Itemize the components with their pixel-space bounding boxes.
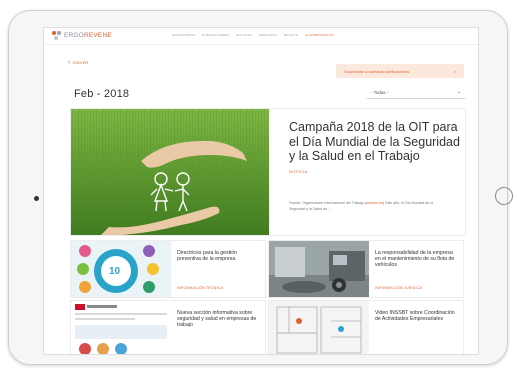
hero-excerpt: Fuente: Organización Internacional del T… — [289, 201, 434, 211]
nav-item-encuentros[interactable]: ENCUENTROS — [172, 33, 195, 37]
article-card[interactable]: Video INSSBT sobre Coordinación de Activ… — [268, 300, 464, 354]
nav-item-boletin[interactable]: BOLETÍN — [284, 33, 298, 37]
nav-item-noticias[interactable]: NOTICIAS — [236, 33, 252, 37]
close-icon[interactable]: × — [454, 69, 456, 74]
card-title[interactable]: Directrices para la gestión preventiva d… — [177, 250, 261, 262]
card-category-tag[interactable]: INFORMACIÓN JURÍDICA — [375, 286, 422, 290]
subscribe-banner[interactable]: Suscríbase a nuestras publicaciones × — [336, 64, 464, 78]
back-link[interactable]: ‹ VOLVER — [68, 58, 89, 66]
chevron-down-icon: ⌄ — [456, 89, 461, 95]
card-category-tag[interactable]: INFORMACIÓN TÉCNICA — [177, 286, 223, 290]
logo-icon — [52, 31, 62, 40]
card-image-fleet — [269, 241, 369, 297]
card-title[interactable]: Nueva sección informativa sobre segurida… — [177, 310, 261, 329]
top-nav: ERGOREVENE ENCUENTROS PUBLICACIONES NOTI… — [44, 28, 478, 45]
nav-item-publicaciones[interactable]: PUBLICACIONES — [202, 33, 229, 37]
infographic-illustration: 10 — [71, 241, 171, 297]
subscribe-label: Suscríbase a nuestras publicaciones — [344, 68, 410, 74]
article-card[interactable]: La responsabilidad de la empresa en el m… — [268, 240, 464, 298]
featured-article[interactable]: Campaña 2018 de la OIT para el Día Mundi… — [70, 108, 466, 236]
card-image-guidelines: 10 — [71, 241, 171, 297]
source-link[interactable]: www.ilo.es — [366, 201, 383, 205]
truck-photo — [269, 241, 369, 297]
logo-text: ERGOREVENE — [64, 32, 112, 39]
hands-grass-illustration — [71, 109, 269, 235]
hero-category-tag[interactable]: NOTICIA — [289, 169, 307, 174]
nav-item-servicios[interactable]: SERVICIOS — [259, 33, 277, 37]
nav-item-active[interactable]: ALUPREVENCIÓN — [305, 33, 333, 37]
article-card[interactable]: 10 Directrices para la gestión preventiv… — [70, 240, 266, 298]
floorplan-illustration — [269, 301, 369, 354]
select-value: - Todas - — [371, 89, 389, 95]
chevron-left-icon: ‹ — [68, 58, 71, 66]
card-image-section — [71, 301, 171, 354]
svg-text:10: 10 — [109, 266, 121, 277]
back-label: VOLVER — [72, 60, 89, 65]
nav-menu: ENCUENTROS PUBLICACIONES NOTICIAS SERVIC… — [172, 33, 333, 37]
hero-image[interactable] — [71, 109, 269, 235]
document-thumbnail — [71, 301, 171, 354]
category-select[interactable]: - Todas - ⌄ — [367, 86, 465, 99]
hero-title[interactable]: Campaña 2018 de la OIT para el Día Mundi… — [289, 120, 464, 164]
card-title[interactable]: La responsabilidad de la empresa en el m… — [375, 250, 459, 269]
camera-icon — [34, 196, 39, 201]
browser-screen: ERGOREVENE ENCUENTROS PUBLICACIONES NOTI… — [43, 27, 479, 355]
site-logo[interactable]: ERGOREVENE — [52, 31, 112, 40]
page-title: Feb - 2018 — [74, 88, 130, 100]
card-title[interactable]: Video INSSBT sobre Coordinación de Activ… — [375, 310, 459, 322]
article-card[interactable]: Nueva sección informativa sobre segurida… — [70, 300, 266, 354]
home-button[interactable] — [495, 187, 513, 205]
card-image-video — [269, 301, 369, 354]
